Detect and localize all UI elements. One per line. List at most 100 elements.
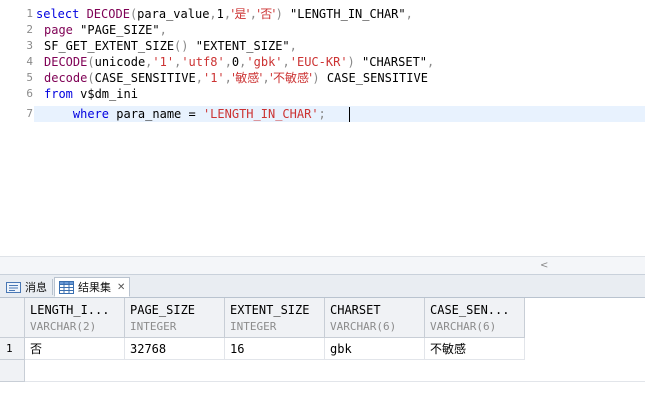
- close-tab-icon[interactable]: ✕: [117, 282, 125, 293]
- column-type: INTEGER: [130, 320, 177, 333]
- text-caret: [349, 107, 350, 122]
- code-token: 'EUC-KR': [289, 55, 348, 69]
- code-line-3[interactable]: SF_GET_EXTENT_SIZE() "EXTENT_SIZE",: [44, 38, 297, 54]
- table-cell[interactable]: 32768: [125, 338, 225, 360]
- line-number: 3: [26, 39, 33, 52]
- code-token: '是': [231, 7, 250, 21]
- code-token: ): [347, 55, 362, 69]
- code-token: ,: [195, 71, 203, 85]
- grid-table-icon: [59, 280, 74, 294]
- code-token: unicode: [94, 55, 146, 69]
- line-number: 6: [26, 87, 33, 100]
- code-token: decode: [44, 71, 88, 85]
- sql-editor[interactable]: 1 2 3 4 5 6 7 select DECODE(para_value,1…: [0, 0, 645, 256]
- empty-grid-row: [25, 360, 645, 382]
- row-number-empty: [0, 360, 25, 382]
- column-type: VARCHAR(2): [30, 320, 97, 333]
- table-cell[interactable]: 不敏感: [425, 338, 525, 360]
- code-token: 'LENGTH_IN_CHAR': [202, 107, 319, 121]
- code-token: ,: [224, 71, 232, 85]
- code-token: page: [44, 23, 81, 37]
- column-header[interactable]: CHARSET VARCHAR(6): [325, 298, 425, 338]
- tab-results[interactable]: 结果集 ✕: [54, 277, 131, 297]
- code-token: "CHARSET": [362, 55, 428, 69]
- code-token: (: [87, 55, 95, 69]
- column-name: EXTENT_SIZE: [230, 303, 310, 317]
- column-type: VARCHAR(6): [430, 320, 497, 333]
- scroll-left-arrow-icon[interactable]: <: [540, 260, 548, 271]
- code-token: ,: [282, 55, 290, 69]
- code-token: 'utf8': [181, 55, 225, 69]
- column-name: LENGTH_I...: [30, 303, 110, 317]
- line-number: 7: [26, 107, 33, 120]
- code-token: "LENGTH_IN_CHAR": [290, 7, 406, 21]
- code-token: 1: [216, 7, 224, 21]
- line-number: 1: [26, 7, 33, 20]
- result-tab-strip: 消息 结果集 ✕: [0, 274, 645, 298]
- line-number-gutter: 1 2 3 4 5 6 7: [0, 0, 33, 256]
- code-token: ,: [209, 7, 217, 21]
- code-line-5[interactable]: decode(CASE_SENSITIVE,'1','敏感','不敏感') CA…: [44, 70, 428, 86]
- tab-messages-label: 消息: [25, 281, 47, 294]
- code-token: ): [312, 71, 327, 85]
- table-cell[interactable]: 16: [225, 338, 325, 360]
- code-token: select: [36, 7, 87, 21]
- tab-results-label: 结果集: [78, 281, 111, 294]
- code-line-1[interactable]: select DECODE(para_value,1,'是','否') "LEN…: [36, 6, 413, 22]
- code-token: CASE_SENSITIVE: [94, 71, 196, 85]
- code-token: '否': [256, 7, 276, 21]
- code-token: ,: [427, 55, 435, 69]
- code-token: where: [44, 107, 117, 121]
- column-header[interactable]: LENGTH_I... VARCHAR(2): [25, 298, 125, 338]
- tab-divider: [52, 279, 53, 295]
- code-token: ,: [405, 7, 413, 21]
- column-name: CHARSET: [330, 303, 381, 317]
- code-token: ;: [318, 107, 326, 121]
- code-token: ,: [289, 39, 297, 53]
- code-token: from: [44, 87, 81, 101]
- message-icon: [6, 281, 21, 294]
- code-token: '不敏感': [269, 71, 313, 85]
- code-token: ,: [224, 55, 232, 69]
- code-token: SF_GET_EXTENT_SIZE: [44, 39, 175, 53]
- code-line-6[interactable]: from v$dm_ini: [44, 86, 138, 102]
- code-token: para_value: [137, 7, 210, 21]
- line-number: 4: [26, 55, 33, 68]
- code-token: CASE_SENSITIVE: [326, 71, 428, 85]
- code-token: '1': [202, 71, 225, 85]
- code-line-7[interactable]: where para_name = 'LENGTH_IN_CHAR';: [34, 106, 645, 122]
- code-token: DECODE: [86, 7, 130, 21]
- column-name: CASE_SEN...: [430, 303, 510, 317]
- code-token: '1': [152, 55, 175, 69]
- column-type: VARCHAR(6): [330, 320, 397, 333]
- row-number[interactable]: 1: [0, 338, 25, 360]
- code-token: ): [275, 7, 291, 21]
- code-token: ,: [262, 71, 270, 85]
- grid-corner[interactable]: [0, 298, 25, 338]
- code-token: (: [87, 71, 95, 85]
- line-number: 5: [26, 71, 33, 84]
- column-header[interactable]: CASE_SEN... VARCHAR(6): [425, 298, 525, 338]
- result-grid: LENGTH_I... VARCHAR(2) PAGE_SIZE INTEGER…: [0, 298, 645, 394]
- code-token: ,: [249, 7, 257, 21]
- code-token: v$dm_ini: [80, 87, 138, 101]
- table-cell[interactable]: gbk: [325, 338, 425, 360]
- table-cell[interactable]: 否: [25, 338, 125, 360]
- column-type: INTEGER: [230, 320, 277, 333]
- code-token: DECODE: [44, 55, 88, 69]
- code-token: "EXTENT_SIZE": [195, 39, 290, 53]
- code-token: ,: [159, 23, 167, 37]
- code-line-2[interactable]: page "PAGE_SIZE",: [44, 22, 167, 38]
- code-token: 'gbk': [246, 55, 283, 69]
- column-header[interactable]: EXTENT_SIZE INTEGER: [225, 298, 325, 338]
- code-token: (): [174, 39, 196, 53]
- code-token: "PAGE_SIZE": [80, 23, 160, 37]
- code-token: '敏感': [231, 71, 263, 85]
- tab-messages[interactable]: 消息: [2, 277, 51, 297]
- code-token: para_name =: [116, 107, 203, 121]
- line-number: 2: [26, 23, 33, 36]
- column-header[interactable]: PAGE_SIZE INTEGER: [125, 298, 225, 338]
- column-name: PAGE_SIZE: [130, 303, 196, 317]
- code-line-4[interactable]: DECODE(unicode,'1','utf8',0,'gbk','EUC-K…: [44, 54, 434, 70]
- editor-horizontal-scrollbar[interactable]: <: [0, 256, 645, 274]
